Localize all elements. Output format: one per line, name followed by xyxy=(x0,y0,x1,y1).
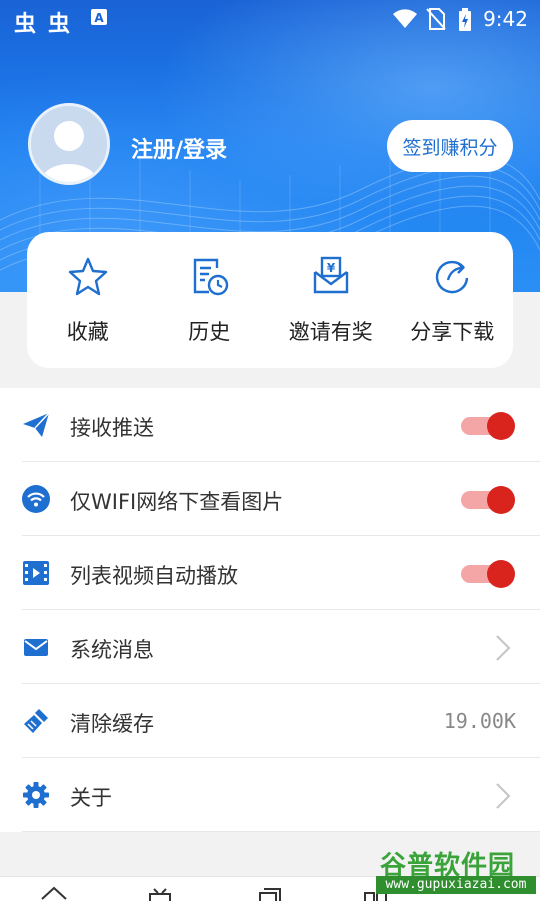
pages-tab-icon[interactable] xyxy=(254,885,282,901)
home-tab-icon[interactable] xyxy=(40,885,68,901)
chevron-right-icon xyxy=(496,783,511,809)
wifi-icon xyxy=(22,485,50,513)
setting-label: 关于 xyxy=(70,786,112,810)
invite-reward-icon: ¥ xyxy=(313,256,348,294)
star-icon xyxy=(68,257,107,296)
setting-receive-push[interactable]: 接收推送 xyxy=(0,388,540,462)
setting-label: 清除缓存 xyxy=(70,712,154,736)
tv-tab-icon[interactable] xyxy=(146,885,174,901)
quick-action-share[interactable]: 分享下载 xyxy=(392,232,514,368)
setting-label: 系统消息 xyxy=(70,638,154,662)
divider xyxy=(22,831,540,832)
status-bar: 虫 虫 A 9:42 xyxy=(0,0,540,38)
watermark-logo: 谷普软件园 www.gupuxiazai.com xyxy=(376,845,536,895)
quick-action-invite[interactable]: ¥ 邀请有奖 xyxy=(270,232,392,368)
setting-label: 接收推送 xyxy=(70,416,154,440)
cache-size: 19.00K xyxy=(443,709,516,733)
history-icon xyxy=(194,258,229,296)
no-sim-icon xyxy=(426,8,446,34)
svg-text:¥: ¥ xyxy=(327,261,336,275)
wifi-only-toggle[interactable] xyxy=(461,486,515,514)
avatar[interactable] xyxy=(28,103,110,185)
quick-action-label: 收藏 xyxy=(66,320,109,344)
setting-wifi-only-images[interactable]: 仅WIFI网络下查看图片 xyxy=(0,462,540,536)
autoplay-toggle[interactable] xyxy=(461,560,515,588)
paper-plane-icon xyxy=(23,412,50,437)
user-silhouette-icon xyxy=(41,121,97,182)
wifi-signal-icon xyxy=(392,9,418,33)
quick-action-history[interactable]: 历史 xyxy=(149,232,271,368)
settings-list: 接收推送 仅WIFI网络下查看图片 列表视频自动播放 系统消息 清除缓存 19.… xyxy=(0,388,540,832)
quick-action-label: 历史 xyxy=(188,320,231,344)
checkin-button[interactable]: 签到赚积分 xyxy=(387,120,513,172)
quick-action-label: 邀请有奖 xyxy=(288,320,373,344)
setting-label: 仅WIFI网络下查看图片 xyxy=(70,490,284,514)
login-register-link[interactable]: 注册/登录 xyxy=(131,132,227,164)
clock: 9:42 xyxy=(483,7,528,31)
setting-clear-cache[interactable]: 清除缓存 19.00K xyxy=(0,684,540,758)
setting-system-messages[interactable]: 系统消息 xyxy=(0,610,540,684)
quick-actions-card: 收藏 历史 ¥ 邀请有奖 分享下载 xyxy=(27,232,513,368)
mail-icon xyxy=(24,639,48,656)
svg-text:A: A xyxy=(94,11,104,25)
watermark-url: www.gupuxiazai.com xyxy=(376,876,536,894)
setting-label: 列表视频自动播放 xyxy=(70,564,238,588)
gear-icon xyxy=(23,782,49,808)
app-notification-icon: 虫 xyxy=(14,12,37,37)
app-notification-icon: 虫 xyxy=(48,12,71,37)
setting-autoplay-video[interactable]: 列表视频自动播放 xyxy=(0,536,540,610)
push-toggle[interactable] xyxy=(461,412,515,440)
battery-icon xyxy=(458,8,472,36)
broom-icon xyxy=(24,709,48,733)
setting-about[interactable]: 关于 xyxy=(0,758,540,832)
quick-action-label: 分享下载 xyxy=(410,320,495,344)
share-icon xyxy=(436,260,469,294)
quick-action-favorites[interactable]: 收藏 xyxy=(27,232,149,368)
chevron-right-icon xyxy=(496,635,511,661)
keyboard-a-icon: A xyxy=(90,8,108,30)
video-icon xyxy=(23,561,49,585)
